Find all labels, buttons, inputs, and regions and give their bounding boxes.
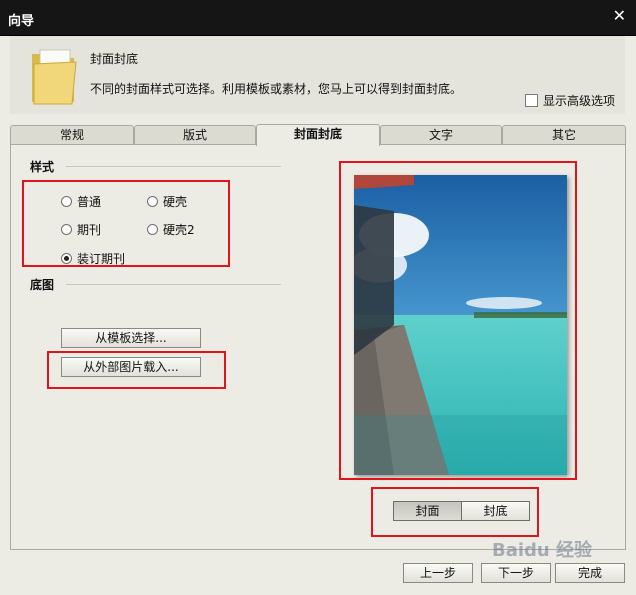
header-title: 封面封底 xyxy=(90,52,139,66)
window-title: 向导 xyxy=(8,14,35,29)
tab-general[interactable]: 常规 xyxy=(10,125,134,145)
tab-other[interactable]: 其它 xyxy=(502,125,626,145)
advanced-options-label: 显示高级选项 xyxy=(543,94,616,108)
toggle-highlight xyxy=(371,487,539,537)
external-button-highlight xyxy=(47,351,226,389)
titlebar: 向导 ✕ xyxy=(0,0,636,36)
baidu-watermark: Baidu 经验 xyxy=(492,540,593,561)
tab-text[interactable]: 文字 xyxy=(380,125,502,145)
style-options-highlight xyxy=(22,180,230,267)
tab-cover[interactable]: 封面封底 xyxy=(256,124,380,146)
finish-button[interactable]: 完成 xyxy=(555,563,625,583)
advanced-options-checkbox[interactable]: 显示高级选项 xyxy=(525,92,615,109)
style-heading: 样式 xyxy=(30,160,55,174)
background-heading: 底图 xyxy=(30,278,55,292)
style-separator xyxy=(66,166,281,167)
from-template-button[interactable]: 从模板选择... xyxy=(61,328,201,348)
tab-layout[interactable]: 版式 xyxy=(134,125,256,145)
checkbox-box[interactable] xyxy=(525,94,538,107)
prev-button[interactable]: 上一步 xyxy=(403,563,473,583)
tab-bar: 常规 版式 封面封底 文字 其它 xyxy=(10,124,626,146)
wizard-header: 封面封底 不同的封面样式可选择。利用模板或素材，您马上可以得到封面封底。 显示高… xyxy=(10,36,625,114)
next-button[interactable]: 下一步 xyxy=(481,563,551,583)
preview-highlight xyxy=(339,161,577,480)
folder-icon xyxy=(32,49,77,105)
background-separator xyxy=(66,284,281,285)
close-icon[interactable]: ✕ xyxy=(613,8,626,24)
header-description: 不同的封面样式可选择。利用模板或素材，您马上可以得到封面封底。 xyxy=(90,82,463,96)
